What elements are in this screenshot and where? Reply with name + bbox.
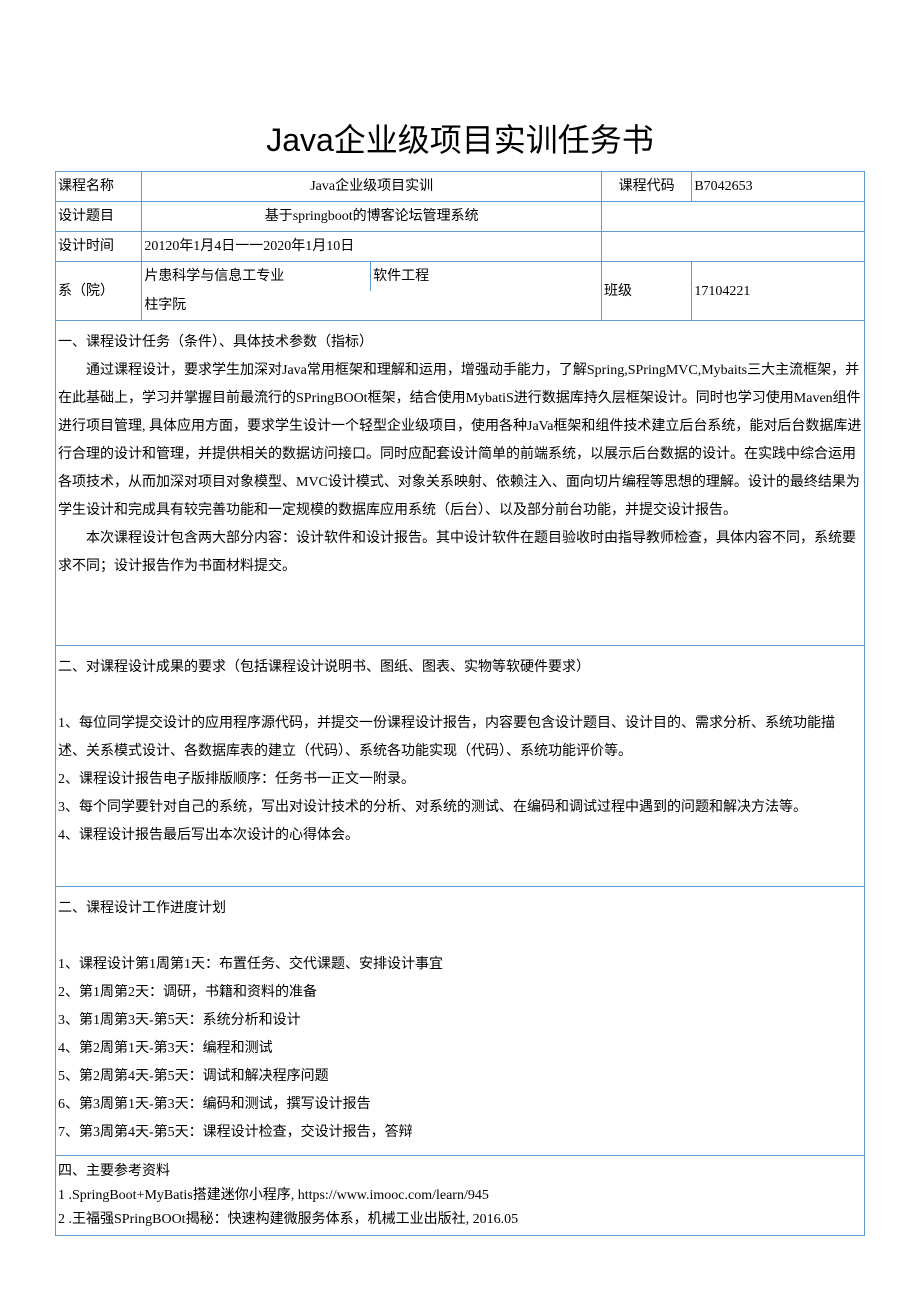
label-course-name: 课程名称 [56,172,142,202]
section3-item-1: 1、课程设计第1周第1天：布置任务、交代课题、安排设计事宜 [58,951,862,979]
section2-item-4: 4、课程设计报告最后写出本次设计的心得体会。 [58,822,862,850]
section1-para2: 本次课程设计包含两大部分内容：设计软件和设计报告。其中设计软件在题目验收时由指导… [58,525,862,581]
section3-item-3: 3、第1周第3天-第5天：系统分析和设计 [58,1007,862,1035]
task-table: 课程名称 Java企业级项目实训 课程代码 B7042653 设计题目 基于sp… [55,171,865,1236]
section4-item-2: 2 .王福强SPringBOOt揭秘：快速构建微服务体系，机械工业出版社, 20… [58,1208,862,1232]
row-section4: 四、主要参考资料 1 .SpringBoot+MyBatis搭建迷你小程序, h… [56,1156,865,1236]
row-course: 课程名称 Java企业级项目实训 课程代码 B7042653 [56,172,865,202]
section4-content: 四、主要参考资料 1 .SpringBoot+MyBatis搭建迷你小程序, h… [56,1156,865,1236]
section3-heading: 二、课程设计工作进度计划 [58,895,862,923]
section3-item-6: 6、第3周第1天-第3天：编码和测试，撰写设计报告 [58,1091,862,1119]
section2-item-3: 3、每个同学要针对自己的系统，写出对设计技术的分析、对系统的测试、在编码和调试过… [58,794,862,822]
row-section1: 一、课程设计任务（条件）、具体技术参数（指标） 通过课程设计，要求学生加深对Ja… [56,321,865,646]
row-section2: 二、对课程设计成果的要求（包括课程设计说明书、图纸、图表、实物等软硬件要求） 1… [56,646,865,887]
row-design-time: 设计时间 20120年1月4日一一2020年1月10日 [56,232,865,262]
empty-cell [602,202,865,232]
section3-item-7: 7、第3周第4天-第5天：课程设计检查，交设计报告，答辩 [58,1119,862,1147]
value-course-name: Java企业级项目实训 [142,172,602,202]
section1-content: 一、课程设计任务（条件）、具体技术参数（指标） 通过课程设计，要求学生加深对Ja… [56,321,865,646]
empty-cell [602,232,865,262]
label-course-code: 课程代码 [602,172,692,202]
row-design-topic: 设计题目 基于springboot的博客论坛管理系统 [56,202,865,232]
value-class: 17104221 [692,262,865,321]
section1-para1: 通过课程设计，要求学生加深对Java常用框架和理解和运用，增强动手能力，了解Sp… [58,357,862,525]
section3-item-4: 4、第2周第1天-第3天：编程和测试 [58,1035,862,1063]
section2-item-2: 2、课程设计报告电子版排版顺序：任务书一正文一附录。 [58,766,862,794]
value-dept-line2: 柱字阮 [142,291,602,321]
label-design-topic: 设计题目 [56,202,142,232]
section3-content: 二、课程设计工作进度计划 1、课程设计第1周第1天：布置任务、交代课题、安排设计… [56,887,865,1156]
value-dept-line1: 片患科学与信息工专业 [142,262,371,292]
document-title: Java企业级项目实训任务书 [55,115,865,161]
label-class: 班级 [602,262,692,321]
section4-heading: 四、主要参考资料 [58,1160,862,1184]
section3-item-5: 5、第2周第4天-第5天：调试和解决程序问题 [58,1063,862,1091]
value-design-topic: 基于springboot的博客论坛管理系统 [142,202,602,232]
section2-heading: 二、对课程设计成果的要求（包括课程设计说明书、图纸、图表、实物等软硬件要求） [58,654,862,682]
label-department: 系（院） [56,262,142,321]
value-design-time: 20120年1月4日一一2020年1月10日 [142,232,602,262]
value-major: 软件工程 [371,262,602,292]
section1-heading: 一、课程设计任务（条件）、具体技术参数（指标） [58,329,862,357]
value-course-code: B7042653 [692,172,865,202]
section3-item-2: 2、第1周第2天：调研，书籍和资料的准备 [58,979,862,1007]
row-section3: 二、课程设计工作进度计划 1、课程设计第1周第1天：布置任务、交代课题、安排设计… [56,887,865,1156]
section2-content: 二、对课程设计成果的要求（包括课程设计说明书、图纸、图表、实物等软硬件要求） 1… [56,646,865,887]
section2-item-1: 1、每位同学提交设计的应用程序源代码，并提交一份课程设计报告，内容要包含设计题目… [58,710,862,766]
row-dept-1: 系（院） 片患科学与信息工专业 软件工程 班级 17104221 [56,262,865,292]
section4-item-1: 1 .SpringBoot+MyBatis搭建迷你小程序, https://ww… [58,1184,862,1208]
label-design-time: 设计时间 [56,232,142,262]
